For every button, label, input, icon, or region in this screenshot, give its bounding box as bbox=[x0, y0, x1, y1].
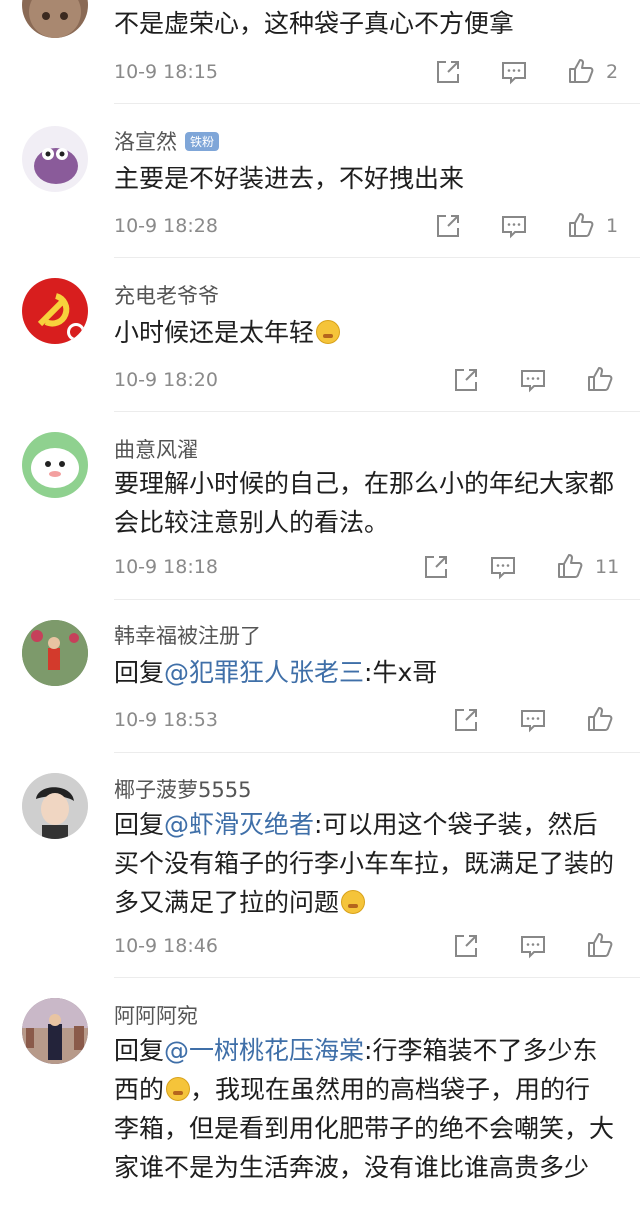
commenter-name[interactable]: 椰子菠萝5555 bbox=[114, 774, 251, 804]
divider bbox=[114, 977, 640, 978]
like-icon[interactable] bbox=[586, 705, 614, 733]
share-icon[interactable] bbox=[452, 366, 480, 394]
share-icon[interactable] bbox=[434, 212, 462, 240]
comment-time: 10-9 18:18 bbox=[114, 556, 218, 578]
comment-text: 回复@虾滑灭绝者:可以用这个袋子装，然后买个没有箱子的行李小车车拉，既满足了装的… bbox=[114, 810, 615, 917]
like-icon[interactable] bbox=[586, 365, 614, 393]
comment-icon[interactable] bbox=[500, 58, 528, 86]
divider bbox=[114, 257, 640, 258]
comment-icon[interactable] bbox=[489, 553, 517, 581]
divider bbox=[114, 752, 640, 753]
comment-time: 10-9 18:15 bbox=[114, 61, 218, 83]
emoji-icon bbox=[166, 1077, 191, 1101]
comment-text: 回复@犯罪狂人张老三:牛x哥 bbox=[114, 658, 438, 687]
share-icon[interactable] bbox=[452, 932, 480, 960]
comment-time: 10-9 18:28 bbox=[114, 215, 218, 237]
like-icon[interactable] bbox=[556, 552, 584, 580]
emoji-icon bbox=[316, 320, 341, 344]
mention-link[interactable]: @虾滑灭绝者 bbox=[164, 810, 314, 839]
avatar[interactable] bbox=[22, 773, 88, 839]
mention-link[interactable]: @一树桃花压海棠 bbox=[164, 1036, 364, 1065]
commenter-name[interactable]: 韩幸福被注册了 bbox=[114, 620, 261, 650]
mention-link[interactable]: @犯罪狂人张老三 bbox=[164, 658, 364, 687]
like-count: 1 bbox=[606, 215, 619, 237]
divider bbox=[114, 411, 640, 412]
avatar[interactable] bbox=[22, 126, 88, 192]
comment-text: 不是虚荣心，这种袋子真心不方便拿 bbox=[114, 9, 515, 38]
comment-icon[interactable] bbox=[519, 706, 547, 734]
comment-text: 主要是不好装进去，不好拽出来 bbox=[114, 164, 465, 193]
commenter-name[interactable]: 曲意风濯 bbox=[114, 434, 198, 464]
comment-time: 10-9 18:20 bbox=[114, 369, 218, 391]
like-icon[interactable] bbox=[586, 931, 614, 959]
like-icon[interactable] bbox=[567, 57, 595, 85]
share-icon[interactable] bbox=[422, 553, 450, 581]
like-count: 2 bbox=[606, 61, 619, 83]
comment-icon[interactable] bbox=[519, 932, 547, 960]
commenter-name[interactable]: 充电老爷爷 bbox=[114, 280, 219, 310]
commenter-name[interactable]: 洛宣然 铁粉 bbox=[114, 126, 220, 156]
comment-text: 要理解小时候的自己，在那么小的年纪大家都会比较注意别人的看法。 bbox=[114, 469, 615, 537]
share-icon[interactable] bbox=[434, 58, 462, 86]
avatar[interactable] bbox=[22, 0, 88, 38]
comment-time: 10-9 18:53 bbox=[114, 709, 218, 731]
emoji-icon bbox=[341, 890, 366, 914]
share-icon[interactable] bbox=[452, 706, 480, 734]
avatar[interactable] bbox=[22, 278, 88, 344]
comment-text: 小时候还是太年轻 bbox=[114, 313, 614, 352]
comment-icon[interactable] bbox=[500, 212, 528, 240]
fan-badge: 铁粉 bbox=[185, 132, 220, 151]
comment-icon[interactable] bbox=[519, 366, 547, 394]
avatar[interactable] bbox=[22, 998, 88, 1064]
avatar[interactable] bbox=[22, 620, 88, 686]
commenter-name[interactable]: 阿阿阿宛 bbox=[114, 1000, 198, 1030]
avatar[interactable] bbox=[22, 432, 88, 498]
comment-time: 10-9 18:46 bbox=[114, 935, 218, 957]
like-icon[interactable] bbox=[567, 211, 595, 239]
like-count: 11 bbox=[595, 556, 620, 578]
divider bbox=[114, 103, 640, 104]
comment-text: 回复@一树桃花压海棠:行李箱装不了多少东西的 ，我现在虽然用的高档袋子，用的行李箱… bbox=[114, 1036, 615, 1182]
divider bbox=[114, 599, 640, 600]
